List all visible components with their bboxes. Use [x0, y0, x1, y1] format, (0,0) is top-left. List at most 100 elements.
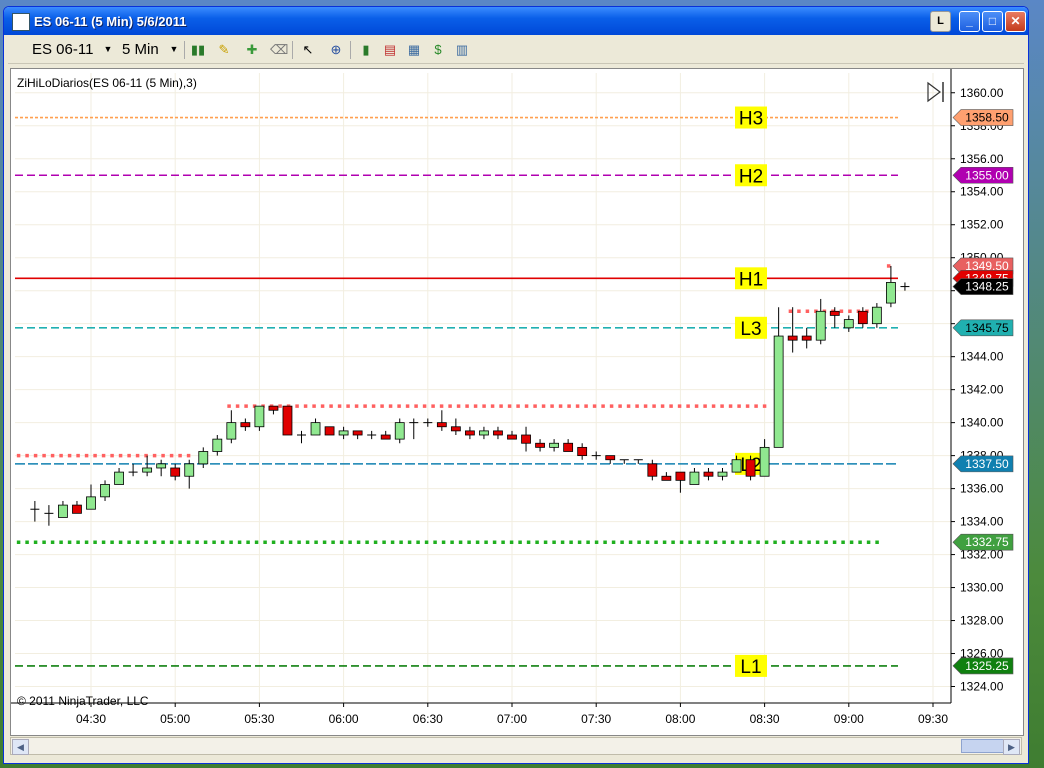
- pointer-icon[interactable]: ↖: [300, 42, 316, 58]
- link-button[interactable]: L: [930, 11, 951, 32]
- candle-body: [198, 451, 209, 465]
- chevron-down-icon[interactable]: ▼: [166, 41, 182, 57]
- candle-body: [226, 422, 237, 440]
- price-marker-label: 1332.75: [965, 535, 1009, 549]
- candle-body: [507, 434, 517, 440]
- toolbar-separator: [350, 41, 351, 59]
- candle-body: [436, 422, 447, 428]
- chart-trader-icon[interactable]: ▤: [382, 42, 398, 58]
- scroll-right-icon[interactable]: ▶: [1003, 739, 1020, 755]
- toolbar: ES 06-11 ▼ 5 Min ▼ ▮▮ ✎ ✚ ⌫ ↖ ⊕ ▮ ▤ ▦ $ …: [8, 37, 1024, 64]
- price-marker-label: 1358.50: [965, 111, 1009, 125]
- x-tick-label: 05:00: [160, 712, 190, 726]
- close-button[interactable]: ✕: [1005, 11, 1026, 32]
- candle-body: [479, 430, 489, 436]
- x-tick-label: 04:30: [76, 712, 106, 726]
- candle-body: [731, 459, 742, 473]
- dotted-lines: [16, 264, 895, 544]
- toolbar-separator: [292, 41, 293, 59]
- candle-body: [240, 422, 251, 428]
- candle-body: [703, 471, 714, 477]
- price-chart[interactable]: H3H2H1L3L2L1 1360.001358.001356.001354.0…: [11, 69, 1021, 733]
- x-tick-label: 06:30: [413, 712, 443, 726]
- y-tick-label: 1352.00: [960, 218, 1004, 232]
- y-tick-label: 1334.00: [960, 515, 1004, 529]
- properties-icon[interactable]: ▥: [454, 42, 470, 58]
- candle-body: [521, 434, 531, 444]
- candle-body: [268, 405, 279, 411]
- candle-body: [563, 442, 574, 452]
- level-tag-L3: L3: [740, 319, 761, 340]
- y-tick-label: 1344.00: [960, 350, 1004, 364]
- instrument-selector[interactable]: ES 06-11: [32, 41, 93, 58]
- minimize-button[interactable]: _: [959, 11, 980, 32]
- toolbar-separator: [184, 41, 185, 59]
- candle-body: [72, 504, 82, 514]
- time-axis: 04:30 05:00 05:30 06:00 06:30 07:00 07:30 08:00…: [76, 703, 948, 726]
- eraser-icon[interactable]: ⌫: [270, 42, 288, 58]
- candle-body: [549, 442, 559, 448]
- y-tick-label: 1360.00: [960, 86, 1004, 100]
- candle-body: [380, 434, 391, 440]
- candle-body: [170, 467, 181, 477]
- candle-body: [815, 310, 826, 341]
- indicator-label: ZiHiLoDiarios(ES 06-11 (5 Min),3): [17, 76, 197, 90]
- candle-body: [352, 430, 363, 436]
- pencil-icon[interactable]: ✎: [216, 42, 232, 58]
- candle-body: [745, 459, 756, 477]
- scroll-left-icon[interactable]: ◀: [12, 739, 29, 755]
- y-tick-label: 1342.00: [960, 383, 1004, 397]
- candle-body: [577, 446, 588, 457]
- candle-body: [535, 442, 545, 448]
- candle-body: [156, 463, 167, 469]
- candle-body: [857, 310, 868, 325]
- bar-chart-icon[interactable]: ▮▮: [190, 42, 206, 58]
- x-tick-label: 05:30: [244, 712, 274, 726]
- y-tick-label: 1330.00: [960, 581, 1004, 595]
- candle-body: [773, 335, 784, 448]
- candlesticks: [30, 265, 910, 526]
- dollar-icon[interactable]: $: [430, 42, 446, 58]
- price-marker-label: 1348.25: [965, 280, 1009, 294]
- bar-style-icon[interactable]: ▮: [358, 42, 374, 58]
- horizontal-scrollbar[interactable]: ◀ ▶: [10, 737, 1022, 755]
- price-marker-label: 1325.25: [965, 659, 1009, 673]
- candle-body: [675, 471, 686, 481]
- candle-body: [450, 426, 461, 432]
- x-tick-label: 08:30: [750, 712, 780, 726]
- candle-body: [310, 422, 321, 436]
- candle-body: [86, 496, 96, 510]
- add-indicator-icon[interactable]: ✚: [244, 42, 260, 58]
- chart-panel[interactable]: H3H2H1L3L2L1 1360.001358.001356.001354.0…: [10, 68, 1024, 736]
- title-bar[interactable]: ES 06-11 (5 Min) 5/6/2011 L _ □ ✕: [4, 7, 1028, 35]
- candle-body: [871, 306, 882, 325]
- candle-body: [212, 438, 223, 452]
- candle-body: [801, 335, 812, 341]
- candle-body: [717, 471, 728, 477]
- x-tick-label: 07:30: [581, 712, 611, 726]
- y-tick-label: 1336.00: [960, 482, 1004, 496]
- scroll-end-icon[interactable]: [927, 81, 944, 103]
- candle-body: [661, 475, 672, 481]
- x-tick-label: 07:00: [497, 712, 527, 726]
- candle-body: [843, 319, 854, 329]
- candle-body: [142, 467, 153, 473]
- chevron-down-icon[interactable]: ▼: [100, 41, 116, 57]
- scrollbar-thumb[interactable]: [961, 739, 1006, 753]
- y-tick-label: 1354.00: [960, 185, 1004, 199]
- zoom-icon[interactable]: ⊕: [328, 42, 344, 58]
- interval-selector[interactable]: 5 Min: [122, 41, 159, 58]
- candle-body: [605, 455, 616, 461]
- x-tick-label: 06:00: [329, 712, 359, 726]
- candle-body: [58, 504, 68, 518]
- candle-body: [647, 463, 658, 477]
- candle-body: [324, 426, 335, 436]
- level-tag-H2: H2: [739, 166, 763, 187]
- copyright-text: © 2011 NinjaTrader, LLC: [17, 694, 149, 708]
- x-tick-label: 09:00: [834, 712, 864, 726]
- candle-body: [254, 405, 265, 428]
- maximize-button[interactable]: □: [982, 11, 1003, 32]
- chart-style-icon[interactable]: ▦: [406, 42, 422, 58]
- level-tag-H3: H3: [739, 109, 763, 130]
- chart-grid: [11, 69, 952, 704]
